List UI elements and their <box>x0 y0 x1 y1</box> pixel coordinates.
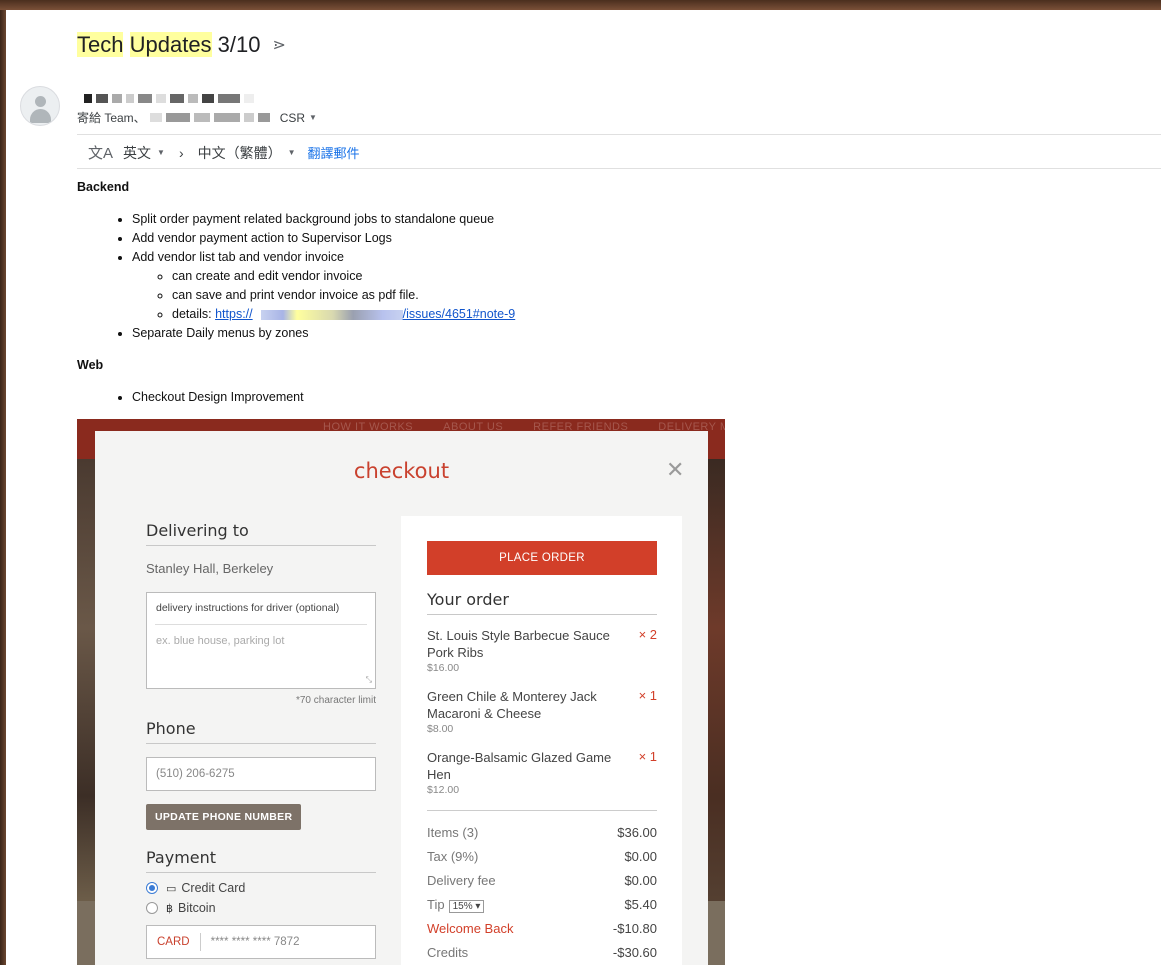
divider <box>427 810 657 811</box>
list-item: Separate Daily menus by zones <box>132 324 1077 343</box>
order-item: Green Chile & Monterey Jack Macaroni & C… <box>427 688 657 735</box>
instructions-textarea: delivery instructions for driver (option… <box>146 592 376 689</box>
divider <box>77 134 1161 135</box>
phone-title: Phone <box>146 719 376 744</box>
bitcoin-option: ฿ Bitcoin <box>146 901 376 915</box>
address: Stanley Hall, Berkeley <box>146 561 274 576</box>
divider <box>77 168 1161 169</box>
close-icon: ✕ <box>666 457 685 482</box>
translate-bar: 文A 英文 ▼ › 中文（繁體） ▼ 翻譯郵件 <box>88 142 360 163</box>
sub-list: can create and edit vendor invoice can s… <box>132 267 1077 324</box>
card-field: CARD **** **** **** 7872 <box>146 925 376 959</box>
translate-from[interactable]: 英文 <box>123 143 151 163</box>
phone-field: (510) 206-6275 <box>146 757 376 791</box>
summary-row: Tax (9%) $0.00 <box>427 849 657 864</box>
list-item: Add vendor list tab and vendor invoice c… <box>132 248 1077 324</box>
radio-checked <box>146 882 158 894</box>
translate-icon: 文A <box>88 145 114 162</box>
bitcoin-icon: ฿ <box>166 902 173 915</box>
place-order-button: PLACE ORDER <box>427 541 657 575</box>
order-summary: PLACE ORDER Your order St. Louis Style B… <box>401 516 682 965</box>
email-view: Tech Updates 3/10 ⋗ 寄給 Team、 CSR ▼ 文A 英文… <box>6 10 1161 965</box>
modal-title: checkout <box>353 459 450 483</box>
section-heading: Backend <box>77 180 130 194</box>
desktop-background-top <box>0 0 1161 10</box>
update-phone-button: UPDATE PHONE NUMBER <box>146 804 302 830</box>
checkout-modal: checkout ✕ Delivering to Stanley Hall, B… <box>95 431 708 965</box>
resize-handle-icon: ⤡ <box>365 675 372 684</box>
bullet-list: Checkout Design Improvement <box>77 388 1077 407</box>
summary-row: Items (3) $36.00 <box>427 825 657 840</box>
list-item: Split order payment related background j… <box>132 210 1077 229</box>
list-item: can save and print vendor invoice as pdf… <box>172 286 1077 305</box>
recipients[interactable]: 寄給 Team、 CSR ▼ <box>77 109 317 126</box>
summary-row: Credits -$30.60 <box>427 945 657 960</box>
list-item: Checkout Design Improvement <box>132 388 1077 407</box>
radio-unchecked <box>146 902 158 914</box>
list-item: details: https:///issues/4651#note-9 <box>172 305 1077 324</box>
delivering-to-title: Delivering to <box>146 521 376 546</box>
chevron-down-icon[interactable]: ▼ <box>157 148 165 157</box>
tip-select: 15% ▾ <box>448 900 485 913</box>
section-heading: Web <box>77 358 104 372</box>
issue-link[interactable]: https:///issues/4651#note-9 <box>215 307 515 321</box>
char-limit: *70 character limit <box>295 695 376 706</box>
sender-redacted <box>84 92 254 104</box>
delivery-form: Delivering to Stanley Hall, Berkeley del… <box>146 521 376 959</box>
important-label-icon[interactable]: ⋗ <box>273 35 286 55</box>
recipients-dropdown-icon[interactable]: ▼ <box>309 113 317 122</box>
list-item: Add vendor payment action to Supervisor … <box>132 229 1077 248</box>
order-item: Orange-Balsamic Glazed Game Hen × 1 $12.… <box>427 749 657 796</box>
credit-card-option: ▭ Credit Card <box>146 881 376 895</box>
order-item: St. Louis Style Barbecue Sauce Pork Ribs… <box>427 627 657 674</box>
translate-message-link[interactable]: 翻譯郵件 <box>308 143 360 162</box>
chevron-down-icon[interactable]: ▼ <box>288 148 296 157</box>
your-order-title: Your order <box>427 590 657 615</box>
summary-row: Delivery fee $0.00 <box>427 873 657 888</box>
credit-card-icon: ▭ <box>166 882 177 895</box>
email-body: Backend Split order payment related back… <box>77 178 1077 407</box>
payment-title: Payment <box>146 848 376 873</box>
summary-row: Welcome Back -$10.80 <box>427 921 657 936</box>
sender-avatar[interactable] <box>20 86 60 126</box>
arrow-right-icon: › <box>178 144 184 161</box>
list-item: can create and edit vendor invoice <box>172 267 1077 286</box>
summary-row: Tip 15% ▾ $5.40 <box>427 897 657 913</box>
subject-row: Tech Updates 3/10 ⋗ <box>77 32 286 58</box>
email-subject: Tech Updates 3/10 <box>77 32 261 57</box>
bullet-list: Split order payment related background j… <box>77 210 1077 343</box>
checkout-screenshot-image: HOW IT WORKS ABOUT US REFER FRIENDS DELIVER… <box>77 419 725 965</box>
translate-to[interactable]: 中文（繁體） <box>198 143 282 163</box>
